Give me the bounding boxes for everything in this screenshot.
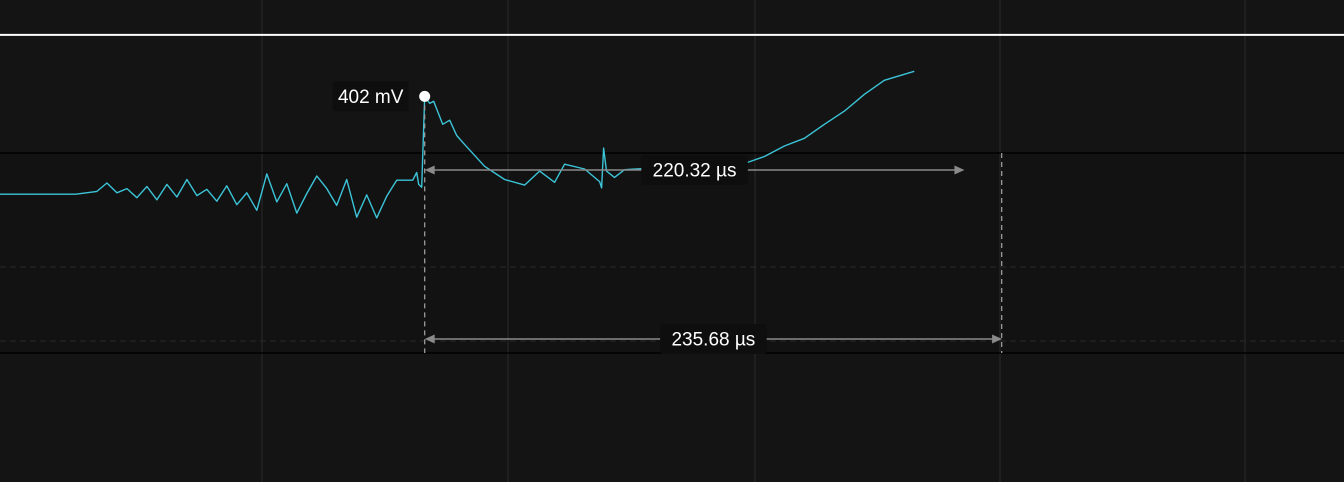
marker-dot-icon[interactable] [419, 90, 431, 102]
marker-label: 402 mV [338, 87, 404, 108]
oscilloscope-plot[interactable]: 220.32 µs 235.68 µs 402 mV [0, 0, 1344, 482]
measurement-label: 220.32 µs [653, 161, 737, 182]
measurement-label: 235.68 µs [671, 330, 755, 351]
